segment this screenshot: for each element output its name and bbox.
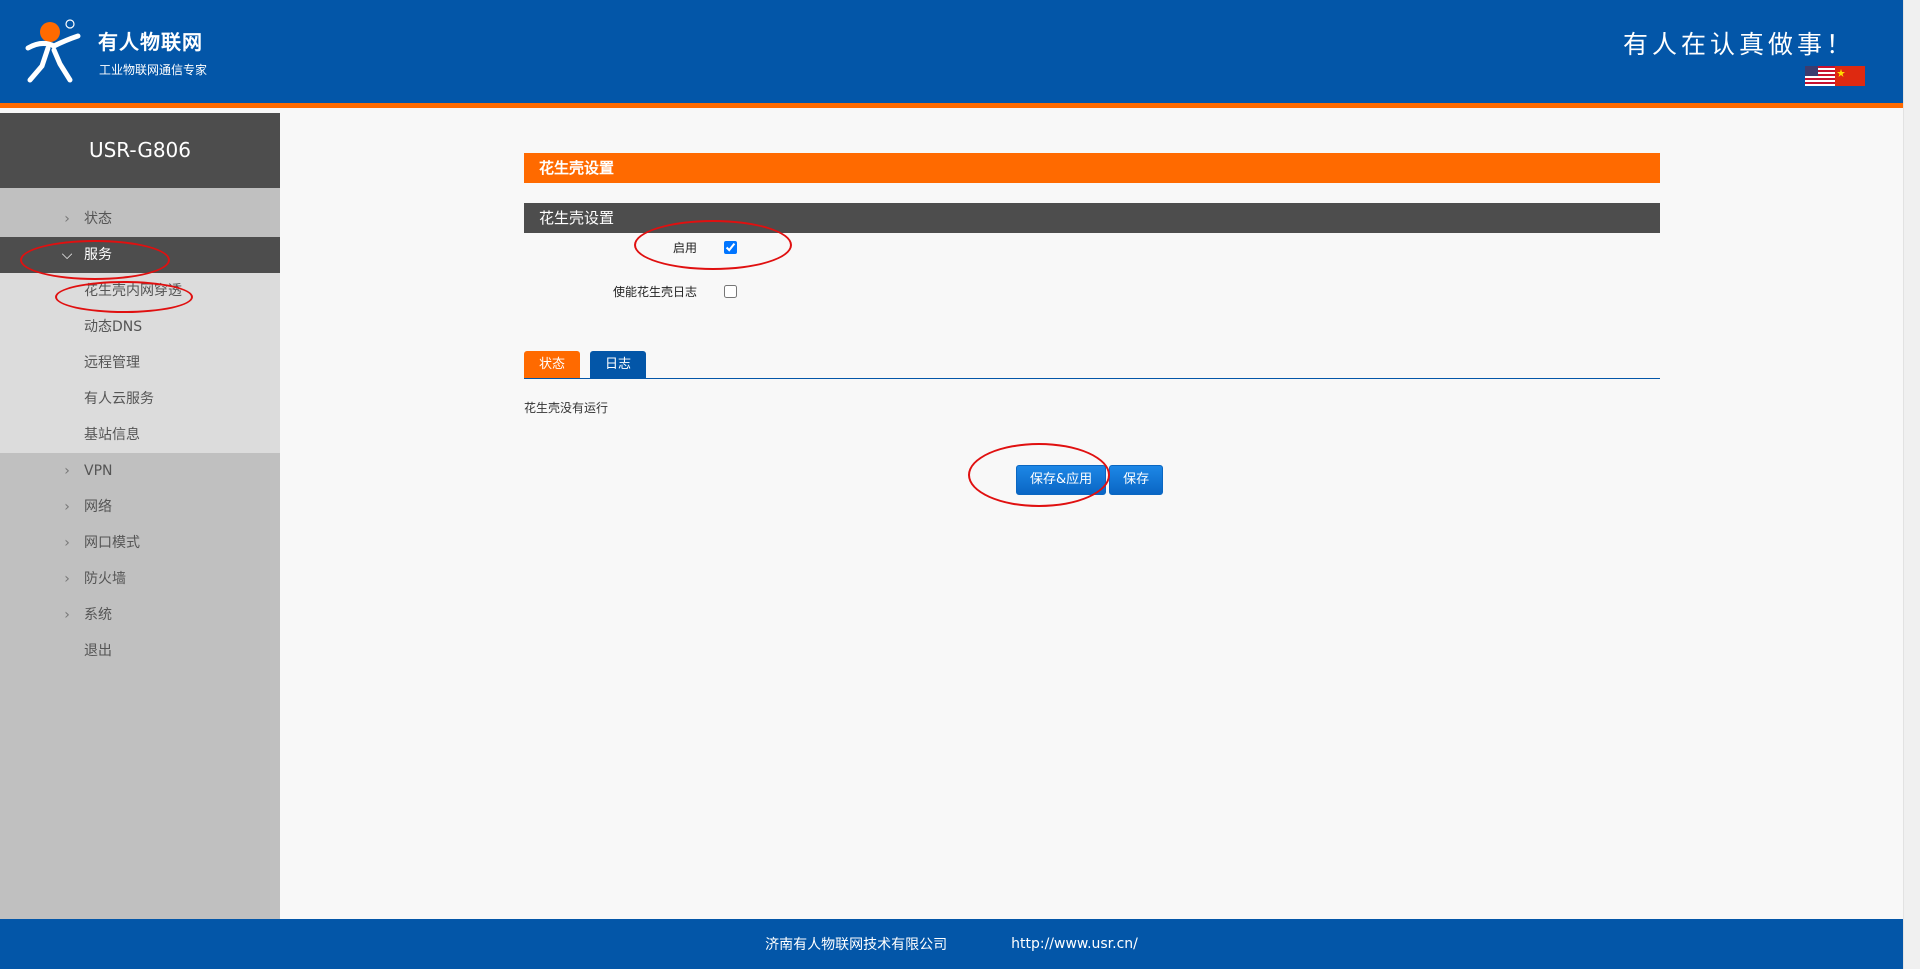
footer-url[interactable]: http://www.usr.cn/ [979,936,1138,952]
enable-checkbox[interactable] [724,241,737,254]
section-title: 花生壳设置 [524,203,1660,233]
china-flag-icon[interactable] [1835,66,1865,86]
submenu-item-usr-cloud[interactable]: 有人云服务 [0,381,280,417]
log-checkbox[interactable] [724,285,737,298]
menu-item-port-mode[interactable]: › 网口模式 [0,525,280,561]
nav-menu: › 状态 ⌵ 服务 花生壳内网穿透 动态DNS 远程管理 有人云服务 基站信息 … [0,188,280,669]
enable-row: 启用 [524,237,1660,257]
chevron-right-icon: › [64,499,70,515]
menu-item-services[interactable]: ⌵ 服务 [0,237,280,273]
action-buttons: 保存&应用 保存 [1016,465,1164,495]
menu-item-label: 系统 [84,607,112,623]
menu-item-firewall[interactable]: › 防火墙 [0,561,280,597]
language-switcher [1805,66,1865,86]
vertical-scrollbar[interactable] [1903,0,1920,969]
menu-item-label: 防火墙 [84,571,126,587]
log-label: 使能花生壳日志 [612,285,697,299]
menu-item-status[interactable]: › 状态 [0,201,280,237]
services-submenu: 花生壳内网穿透 动态DNS 远程管理 有人云服务 基站信息 [0,273,280,453]
submenu-item-peanut-hull[interactable]: 花生壳内网穿透 [0,273,280,309]
menu-item-label: 退出 [84,643,112,659]
sidebar: USR-G806 › 状态 ⌵ 服务 花生壳内网穿透 动态DNS 远程管理 有人… [0,113,280,919]
main-content: 花生壳设置 花生壳设置 启用 使能花生壳日志 状态 日志 花生壳没有运行 保存&… [524,153,1660,495]
save-button[interactable]: 保存 [1109,465,1164,495]
menu-item-logout[interactable]: 退出 [0,633,280,669]
device-name: USR-G806 [0,113,280,188]
footer: 济南有人物联网技术有限公司 http://www.usr.cn/ [0,919,1903,969]
menu-item-vpn[interactable]: › VPN [0,453,280,489]
header: 有人物联网 工业物联网通信专家 有人在认真做事！ [0,0,1903,108]
brand-name: 有人物联网 [98,30,203,54]
enable-label: 启用 [672,241,697,255]
chevron-right-icon: › [64,571,70,587]
tab-status[interactable]: 状态 [524,351,580,378]
chevron-right-icon: › [64,463,70,479]
status-message: 花生壳没有运行 [524,401,609,415]
brand-tagline: 工业物联网通信专家 [99,63,208,77]
menu-item-label: 网络 [84,499,112,515]
usr-logo-icon [25,19,81,83]
footer-company: 济南有人物联网技术有限公司 [765,937,948,953]
menu-item-network[interactable]: › 网络 [0,489,280,525]
log-row: 使能花生壳日志 [524,281,1660,301]
us-flag-icon[interactable] [1805,66,1835,86]
menu-item-label: 网口模式 [84,535,140,551]
menu-item-system[interactable]: › 系统 [0,597,280,633]
menu-item-label: 服务 [84,247,112,263]
chevron-right-icon: › [64,535,70,551]
tab-bar: 状态 日志 [524,351,1660,379]
menu-item-label: 状态 [84,211,112,227]
page-title: 花生壳设置 [524,153,1660,183]
submenu-item-ddns[interactable]: 动态DNS [0,309,280,345]
chevron-right-icon: › [64,607,70,623]
chevron-right-icon: › [64,211,70,227]
submenu-item-remote-management[interactable]: 远程管理 [0,345,280,381]
submenu-item-base-station[interactable]: 基站信息 [0,417,280,453]
slogan: 有人在认真做事！ [1622,30,1855,59]
menu-item-label: VPN [84,463,113,479]
save-apply-button[interactable]: 保存&应用 [1016,465,1107,495]
chevron-down-icon: ⌵ [61,247,73,263]
tab-log[interactable]: 日志 [590,351,646,378]
